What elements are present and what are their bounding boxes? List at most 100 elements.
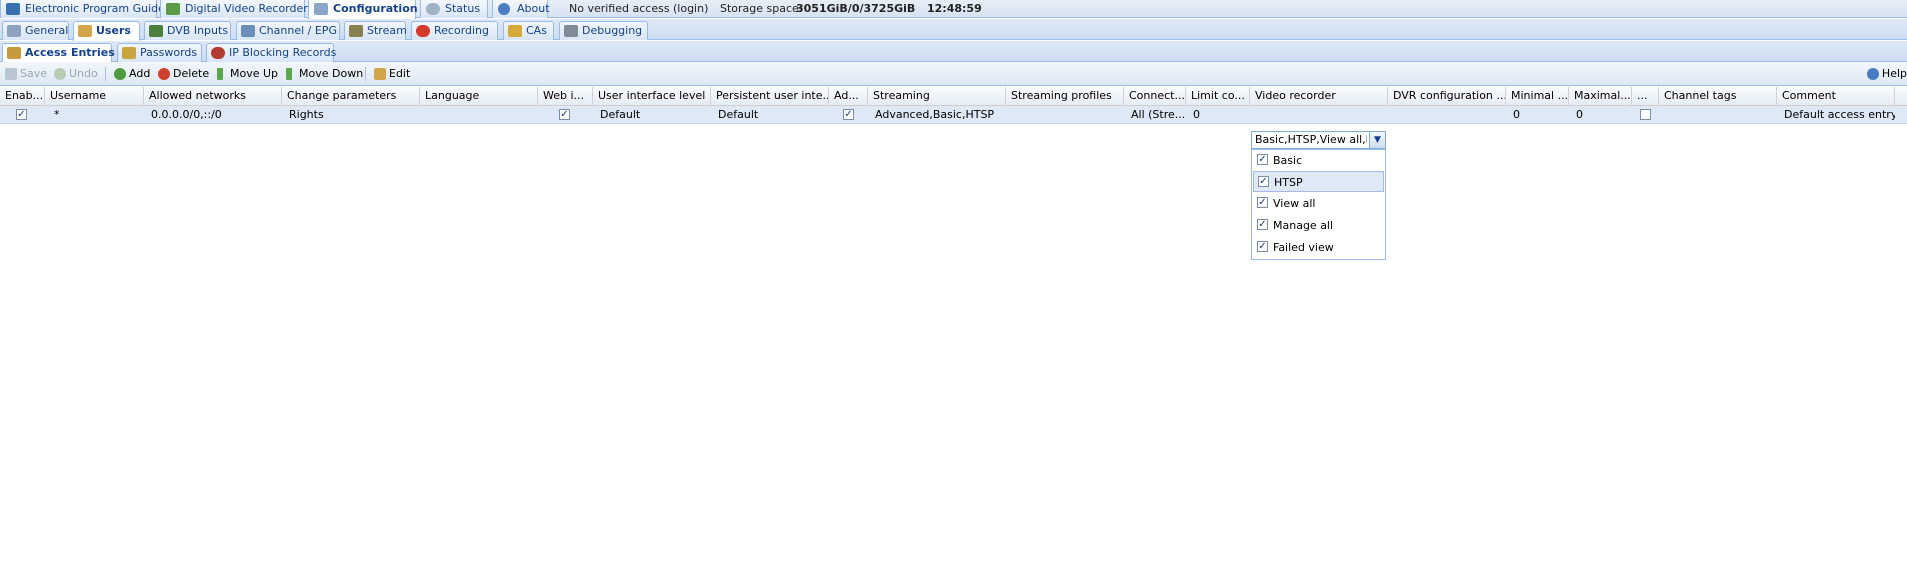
chevron-down-icon[interactable]: ▼ bbox=[1369, 132, 1385, 148]
column-header-minimal[interactable]: Minimal ... bbox=[1506, 87, 1569, 106]
users-icon bbox=[78, 25, 92, 37]
option-view-all-checkbox[interactable]: ✓ bbox=[1257, 197, 1268, 208]
tab-access-entries[interactable]: Access Entries bbox=[2, 43, 115, 63]
user-key-icon bbox=[7, 47, 21, 59]
table-row[interactable]: ✓ * 0.0.0.0/0,::/0 Rights ✓ Default Defa… bbox=[0, 106, 1907, 124]
cell-streaming-profiles bbox=[1008, 106, 1124, 124]
column-header-streaming-profiles[interactable]: Streaming profiles bbox=[1006, 87, 1124, 106]
video-recorder-dropdown: ✓ Basic ✓ HTSP ✓ View all ✓ Manage all ✓… bbox=[1251, 149, 1386, 260]
tab-stream[interactable]: Stream bbox=[344, 21, 407, 40]
tab-passwords[interactable]: Passwords bbox=[117, 43, 202, 62]
cell-limit-connections: 0 bbox=[1193, 108, 1200, 121]
cell-language bbox=[422, 106, 538, 124]
move-up-button[interactable]: Move Up bbox=[214, 62, 278, 86]
column-header-username[interactable]: Username bbox=[45, 87, 144, 106]
login-link[interactable]: (login) bbox=[673, 0, 708, 18]
column-header-change-parameters[interactable]: Change parameters bbox=[282, 87, 420, 106]
tab-status[interactable]: Status bbox=[420, 0, 488, 18]
save-icon bbox=[5, 68, 17, 80]
option-basic[interactable]: ✓ Basic bbox=[1253, 150, 1384, 171]
tab-debugging[interactable]: Debugging bbox=[559, 21, 648, 40]
save-button[interactable]: Save bbox=[4, 62, 47, 86]
misc-checkbox[interactable] bbox=[1640, 109, 1651, 120]
cell-dvr-config bbox=[1390, 106, 1506, 124]
column-header-channel-tags[interactable]: Channel tags bbox=[1659, 87, 1777, 106]
column-header-admin[interactable]: Ad... bbox=[829, 87, 868, 106]
undo-icon bbox=[54, 68, 66, 80]
column-header-enabled[interactable]: Enab... bbox=[0, 87, 45, 106]
delete-icon bbox=[158, 68, 170, 80]
key-icon bbox=[508, 25, 522, 37]
edit-button[interactable]: Edit bbox=[373, 62, 410, 86]
cell-ui-level: Default bbox=[600, 108, 641, 121]
tab-general[interactable]: General bbox=[2, 21, 69, 40]
column-header-comment[interactable]: Comment bbox=[1777, 87, 1895, 106]
column-header-web-interface[interactable]: Web i... bbox=[538, 87, 593, 106]
add-icon bbox=[114, 68, 126, 80]
tab-ip-blocking[interactable]: IP Blocking Records bbox=[206, 43, 336, 62]
tab-cas[interactable]: CAs bbox=[503, 21, 554, 40]
move-down-button[interactable]: Move Down bbox=[283, 62, 363, 86]
option-view-all[interactable]: ✓ View all bbox=[1253, 193, 1384, 214]
column-header-connections[interactable]: Connect... bbox=[1124, 87, 1186, 106]
column-header-maximal[interactable]: Maximal... bbox=[1569, 87, 1632, 106]
option-htsp[interactable]: ✓ HTSP bbox=[1253, 171, 1384, 192]
tab-channel-epg[interactable]: Channel / EPG bbox=[236, 21, 340, 40]
tab-about[interactable]: About bbox=[492, 0, 550, 18]
column-header-ui-level[interactable]: User interface level bbox=[593, 87, 711, 106]
tv-icon bbox=[241, 25, 255, 37]
option-htsp-checkbox[interactable]: ✓ bbox=[1258, 176, 1269, 187]
tab-dvb-inputs[interactable]: DVB Inputs bbox=[144, 21, 231, 40]
toolbar-separator bbox=[365, 67, 366, 81]
tab-configuration[interactable]: Configuration bbox=[308, 0, 418, 19]
tools-icon bbox=[7, 25, 21, 37]
cell-minimal: 0 bbox=[1513, 108, 1520, 121]
column-header-language[interactable]: Language bbox=[420, 87, 538, 106]
option-failed-view[interactable]: ✓ Failed view bbox=[1253, 237, 1384, 258]
undo-button[interactable]: Undo bbox=[53, 62, 98, 86]
admin-checkbox[interactable]: ✓ bbox=[843, 109, 854, 120]
column-header-video-recorder[interactable]: Video recorder bbox=[1250, 87, 1388, 106]
config-tab-bar: General Users DVB Inputs Channel / EPG S… bbox=[0, 19, 1907, 41]
cell-allowed-networks: 0.0.0.0/0,::/0 bbox=[151, 108, 222, 121]
option-failed-view-checkbox[interactable]: ✓ bbox=[1257, 241, 1268, 252]
option-manage-all-checkbox[interactable]: ✓ bbox=[1257, 219, 1268, 230]
tab-dvr[interactable]: Digital Video Recorder bbox=[160, 0, 308, 18]
column-header-limit-connections[interactable]: Limit co... bbox=[1186, 87, 1250, 106]
rec-icon bbox=[416, 25, 430, 37]
wrench-icon bbox=[314, 3, 328, 15]
add-button[interactable]: Add bbox=[113, 62, 150, 86]
video-recorder-value[interactable]: Basic,HTSP,View all,M bbox=[1255, 132, 1367, 148]
video-recorder-combo[interactable]: Basic,HTSP,View all,M ▼ bbox=[1251, 131, 1386, 149]
help-button[interactable]: Help bbox=[1866, 62, 1907, 86]
cell-connections: All (Stre... bbox=[1131, 108, 1186, 121]
column-header-misc[interactable]: ... bbox=[1632, 87, 1659, 106]
cell-username: * bbox=[54, 108, 60, 121]
option-manage-all[interactable]: ✓ Manage all bbox=[1253, 215, 1384, 236]
column-header-allowed-networks[interactable]: Allowed networks bbox=[144, 87, 282, 106]
tab-recording[interactable]: Recording bbox=[411, 21, 498, 40]
users-tab-bar: Access Entries Passwords IP Blocking Rec… bbox=[0, 41, 1907, 63]
edit-icon bbox=[374, 68, 386, 80]
enabled-checkbox[interactable]: ✓ bbox=[16, 109, 27, 120]
option-basic-checkbox[interactable]: ✓ bbox=[1257, 154, 1268, 165]
top-tab-bar: Electronic Program Guide Digital Video R… bbox=[0, 0, 1907, 19]
arrow-down-icon bbox=[286, 68, 292, 80]
tab-epg[interactable]: Electronic Program Guide bbox=[0, 0, 165, 18]
web-interface-checkbox[interactable]: ✓ bbox=[559, 109, 570, 120]
block-icon bbox=[211, 47, 225, 59]
card-icon bbox=[149, 25, 163, 37]
grid-header: Enab... Username Allowed networks Change… bbox=[0, 87, 1907, 106]
cell-persistent-ui: Default bbox=[718, 108, 759, 121]
storage-label: Storage space: bbox=[720, 2, 803, 15]
column-header-persistent-ui[interactable]: Persistent user inte... bbox=[711, 87, 829, 106]
column-header-streaming[interactable]: Streaming bbox=[868, 87, 1006, 106]
cell-streaming: Advanced,Basic,HTSP bbox=[875, 108, 995, 121]
delete-button[interactable]: Delete bbox=[157, 62, 209, 86]
tab-users[interactable]: Users bbox=[73, 21, 140, 41]
storage-value: 3051GiB/0/3725GiB bbox=[796, 2, 916, 15]
toolbar: Save Undo Add Delete Move Up Move Down E… bbox=[0, 62, 1907, 86]
column-header-dvr-config[interactable]: DVR configuration ... bbox=[1388, 87, 1506, 106]
epg-icon bbox=[6, 3, 20, 15]
bug-icon bbox=[564, 25, 578, 37]
